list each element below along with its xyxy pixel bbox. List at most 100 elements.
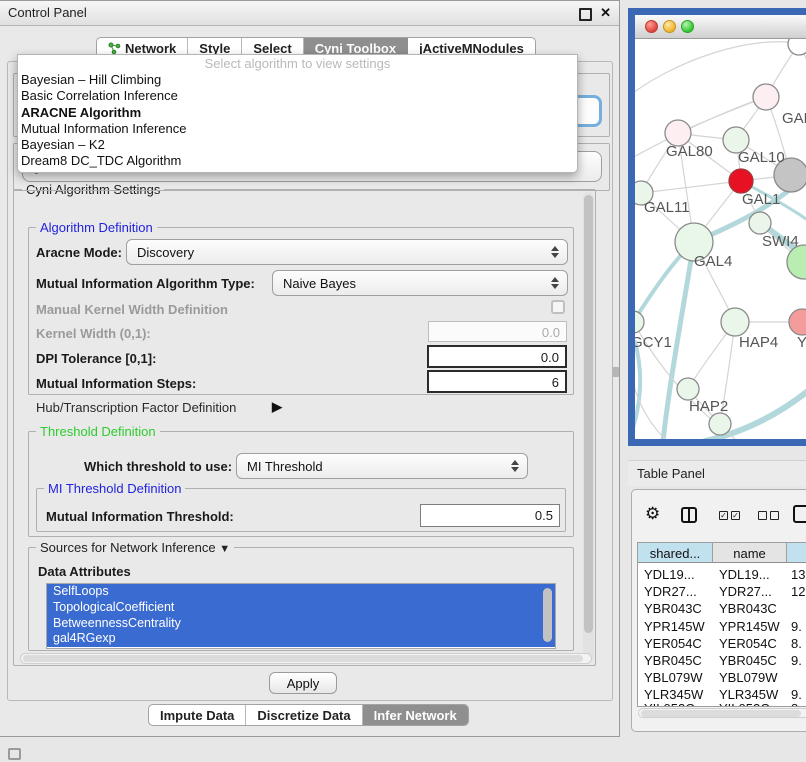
node-hap4 bbox=[721, 308, 749, 336]
node-label: GAL4 bbox=[694, 253, 732, 270]
which-threshold-combo[interactable]: MI Threshold bbox=[236, 453, 528, 479]
algorithm-option-selected[interactable]: ARACNE Algorithm bbox=[18, 105, 577, 121]
cell[interactable]: 8 bbox=[791, 701, 798, 707]
cell[interactable]: 9. bbox=[791, 619, 802, 634]
cell[interactable]: 9. bbox=[791, 653, 802, 668]
minimize-traffic-light-icon[interactable] bbox=[663, 20, 676, 33]
cell[interactable]: YBR045C bbox=[719, 653, 777, 668]
cell[interactable]: YER054C bbox=[644, 636, 702, 651]
manual-kernel-width-checkbox[interactable] bbox=[551, 300, 565, 314]
table-hscrollbar-thumb[interactable] bbox=[641, 710, 801, 717]
kernel-width-field[interactable]: 0.0 bbox=[428, 321, 567, 342]
cell[interactable]: YER054C bbox=[719, 636, 777, 651]
tab-discretize-data[interactable]: Discretize Data bbox=[246, 705, 362, 725]
columns-icon[interactable] bbox=[681, 507, 697, 523]
aracne-mode-combo[interactable]: Discovery bbox=[126, 239, 568, 265]
panel-splitter-grip[interactable] bbox=[612, 367, 619, 377]
node-gal1-red bbox=[729, 169, 753, 193]
settings-scrollbar-thumb[interactable] bbox=[584, 195, 593, 633]
float-window-icon[interactable] bbox=[579, 8, 592, 21]
expand-arrow-icon[interactable]: ▼ bbox=[219, 543, 230, 555]
settings-hscrollbar-thumb[interactable] bbox=[23, 655, 583, 662]
algorithm-option[interactable]: Basic Correlation Inference bbox=[18, 88, 577, 104]
attribute-item[interactable]: TopologicalCoefficient bbox=[47, 600, 555, 616]
mi-threshold-field[interactable]: 0.5 bbox=[420, 504, 560, 527]
dock-panel-icon[interactable] bbox=[8, 748, 21, 760]
hub-section-label[interactable]: Hub/Transcription Factor Definition bbox=[36, 400, 236, 415]
network-view-inner: GAL GAL80 GAL10 GAL1 GAL11 SWI4 GAL4 GCY… bbox=[635, 15, 806, 439]
attribute-item[interactable]: SelfLoops bbox=[47, 584, 555, 600]
attribute-item[interactable]: BetweennessCentrality bbox=[47, 616, 555, 632]
combo-stepper-icon bbox=[507, 460, 523, 472]
data-attributes-label: Data Attributes bbox=[38, 564, 131, 579]
cell[interactable]: YLR345W bbox=[644, 687, 703, 702]
tab-impute-data-label: Impute Data bbox=[160, 708, 234, 723]
column-header-extra[interactable] bbox=[787, 543, 806, 563]
cell[interactable]: YDR27... bbox=[644, 584, 697, 599]
cell[interactable]: YPR145W bbox=[644, 619, 705, 634]
cell[interactable]: YBR045C bbox=[644, 653, 702, 668]
aracne-mode-label: Aracne Mode: bbox=[36, 245, 122, 260]
sources-group-title[interactable]: Sources for Network Inference ▼ bbox=[36, 540, 234, 555]
cell[interactable]: YDR27... bbox=[719, 584, 772, 599]
mi-steps-label: Mutual Information Steps: bbox=[36, 376, 196, 391]
algorithm-option[interactable]: Mutual Information Inference bbox=[18, 121, 577, 137]
algorithm-option[interactable]: Bayesian – K2 bbox=[18, 137, 577, 153]
cell[interactable]: YPR145W bbox=[719, 619, 780, 634]
gear-icon[interactable]: ⚙ bbox=[645, 504, 660, 524]
cell[interactable]: YBR043C bbox=[644, 601, 702, 616]
column-header-name[interactable]: name bbox=[713, 543, 787, 563]
cell[interactable]: YBR043C bbox=[719, 601, 777, 616]
network-window-titlebar[interactable] bbox=[635, 15, 806, 39]
control-panel-title: Control Panel bbox=[8, 5, 87, 20]
kernel-width-label: Kernel Width (0,1): bbox=[36, 326, 151, 341]
unchecked-checkbox-icon[interactable] bbox=[758, 511, 767, 520]
tab-impute-data[interactable]: Impute Data bbox=[149, 705, 246, 725]
cell[interactable]: 9. bbox=[791, 687, 802, 702]
cell[interactable]: YDL19... bbox=[644, 567, 695, 582]
which-threshold-label: Which threshold to use: bbox=[84, 459, 232, 474]
algorithm-option[interactable]: Dream8 DC_TDC Algorithm bbox=[18, 153, 577, 169]
tab-infer-network[interactable]: Infer Network bbox=[363, 705, 468, 725]
node-pink bbox=[753, 84, 779, 110]
checked-checkbox-icon[interactable]: ✓ bbox=[719, 511, 728, 520]
checked-checkbox-icon[interactable]: ✓ bbox=[731, 511, 740, 520]
collapse-arrow-icon[interactable]: ▶ bbox=[272, 399, 282, 415]
close-icon[interactable]: ✕ bbox=[600, 5, 611, 21]
combo-stepper-icon bbox=[547, 246, 563, 258]
column-header-shared[interactable]: shared... bbox=[638, 543, 713, 563]
cell[interactable]: YDL19... bbox=[719, 567, 770, 582]
network-canvas[interactable]: GAL GAL80 GAL10 GAL1 GAL11 SWI4 GAL4 GCY… bbox=[635, 39, 806, 439]
cell[interactable]: YBL079W bbox=[719, 670, 778, 685]
settings-hscrollbar[interactable] bbox=[20, 653, 592, 664]
control-panel-window: Control Panel ✕ Network Style Select Cyn… bbox=[0, 0, 620, 737]
close-traffic-light-icon[interactable] bbox=[645, 20, 658, 33]
mi-steps-field[interactable]: 6 bbox=[427, 370, 567, 393]
apply-button[interactable]: Apply bbox=[269, 672, 337, 694]
cell[interactable]: 8. bbox=[791, 636, 802, 651]
attribute-item[interactable]: gal4RGexp bbox=[47, 631, 555, 647]
algorithm-dropdown-prompt: Select algorithm to view settings bbox=[18, 55, 577, 72]
which-threshold-value: MI Threshold bbox=[237, 459, 507, 474]
cell[interactable]: 12 bbox=[791, 584, 805, 599]
cell[interactable]: YBL079W bbox=[644, 670, 703, 685]
dpi-tolerance-field[interactable]: 0.0 bbox=[427, 345, 567, 368]
algorithm-option[interactable]: Bayesian – Hill Climbing bbox=[18, 72, 577, 88]
cyni-bottom-tab-bar: Impute Data Discretize Data Infer Networ… bbox=[148, 704, 469, 726]
cell[interactable]: YIL052C bbox=[644, 701, 695, 707]
node-label: Y bbox=[797, 334, 806, 351]
zoom-traffic-light-icon[interactable] bbox=[681, 20, 694, 33]
node-table: shared... name YDL19... YDL19... 13 YDR2… bbox=[637, 542, 806, 707]
cell[interactable]: YLR345W bbox=[719, 687, 778, 702]
aracne-mode-value: Discovery bbox=[127, 245, 547, 260]
cell[interactable]: YIL052C bbox=[719, 701, 770, 707]
mi-algorithm-type-combo[interactable]: Naive Bayes bbox=[272, 270, 568, 296]
cell[interactable]: 13 bbox=[791, 567, 805, 582]
attributes-scrollbar-thumb[interactable] bbox=[543, 588, 552, 642]
table-mode-icon[interactable] bbox=[793, 505, 806, 523]
table-hscrollbar[interactable] bbox=[638, 708, 806, 718]
data-attributes-list: SelfLoops TopologicalCoefficient Between… bbox=[46, 583, 556, 649]
combo-stepper-icon bbox=[547, 277, 563, 289]
node-label: GAL1 bbox=[742, 191, 780, 208]
unchecked-checkbox-icon[interactable] bbox=[770, 511, 779, 520]
